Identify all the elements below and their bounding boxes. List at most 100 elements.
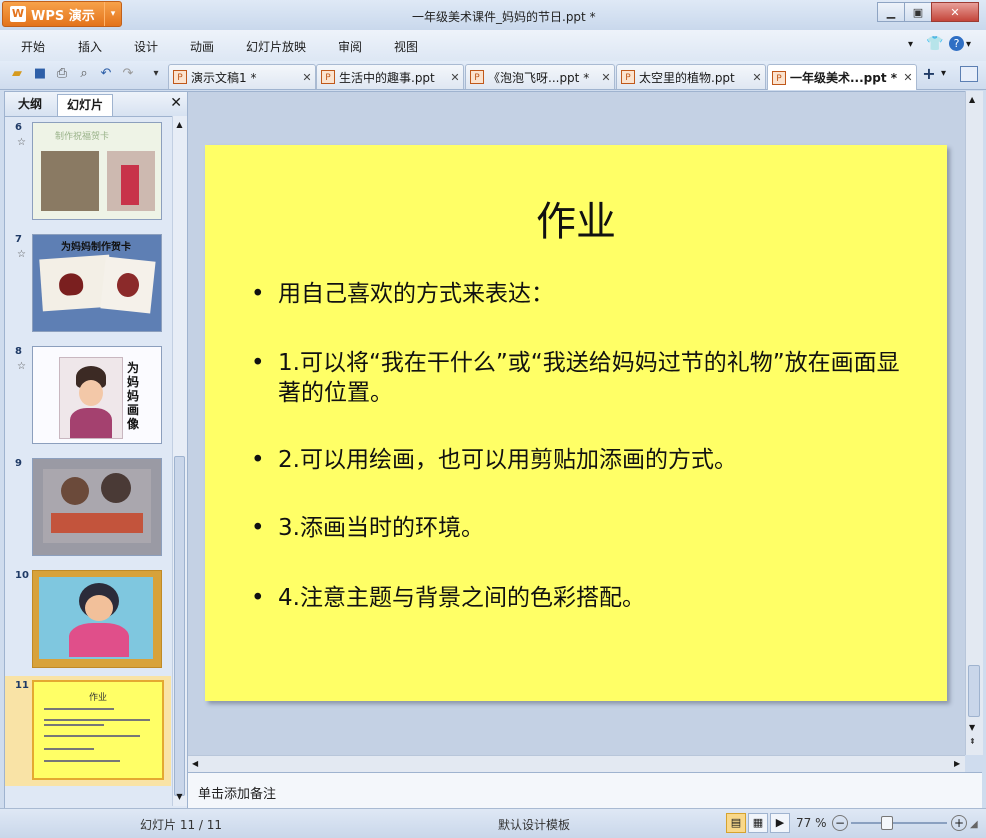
menu-home[interactable]: 开始 (21, 38, 45, 55)
portrait-image (59, 357, 123, 439)
close-icon[interactable]: ✕ (170, 95, 182, 111)
tab-slides[interactable]: 幻灯片 (57, 94, 114, 116)
close-icon[interactable]: ✕ (749, 71, 765, 84)
menu-slideshow[interactable]: 幻灯片放映 (246, 38, 306, 55)
document-tab[interactable]: P 太空里的植物.ppt ✕ (616, 64, 766, 89)
menu-review[interactable]: 审阅 (338, 38, 362, 55)
new-tab-plus-icon[interactable]: + (920, 65, 938, 83)
scroll-left-icon[interactable]: ◀ (192, 759, 198, 768)
animation-star-icon: ☆ (17, 361, 26, 372)
bullet-dot: • (251, 515, 265, 541)
slideshow-view-icon[interactable]: ▶ (770, 813, 790, 833)
undo-icon[interactable]: ↶ (98, 66, 114, 82)
tab-label: 生活中的趣事.ppt (339, 70, 435, 85)
slide-thumbnail-item[interactable]: 9 (5, 454, 171, 564)
scrollbar-thumb[interactable] (968, 665, 980, 717)
close-icon[interactable]: ✕ (900, 71, 916, 84)
horizontal-scrollbar[interactable]: ◀ ▶ (188, 755, 965, 773)
bullet-dot: • (251, 585, 265, 611)
help-icon[interactable]: ? (949, 36, 964, 51)
zoom-out-icon[interactable]: − (832, 815, 848, 831)
maximize-button[interactable]: ▣ (904, 2, 932, 22)
print-icon[interactable]: ⎙ (54, 66, 70, 82)
status-bar: 幻灯片 11 / 11 默认设计模板 ▤ ▦ ▶ 77 % − + ◢ (0, 808, 986, 838)
print-preview-icon[interactable]: ⌕ (76, 66, 92, 82)
slide-thumbnail-item[interactable]: 10 (5, 566, 171, 676)
slide-number: 7 (15, 234, 22, 245)
scroll-right-icon[interactable]: ▶ (954, 759, 960, 768)
previous-slide-icon[interactable]: ⇞ (969, 737, 976, 746)
tab-label: 太空里的植物.ppt (639, 70, 735, 85)
resize-grip-icon[interactable]: ◢ (970, 819, 978, 830)
bullet-item: • 4.注意主题与背景之间的色彩搭配。 (251, 585, 645, 611)
close-window-button[interactable]: ✕ (931, 2, 979, 22)
scroll-down-icon[interactable]: ▼ (174, 792, 185, 802)
close-icon[interactable]: ✕ (299, 71, 315, 84)
close-icon[interactable]: ✕ (447, 71, 463, 84)
pane-tabs: 大纲 幻灯片 ✕ (5, 92, 187, 117)
document-tab[interactable]: P 《泡泡飞呀...ppt * ✕ (465, 64, 615, 89)
design-template-name[interactable]: 默认设计模板 (498, 816, 570, 833)
zoom-slider-handle[interactable] (881, 816, 893, 830)
tab-label: 演示文稿1 * (191, 70, 257, 85)
zoom-level: 77 % (796, 816, 827, 830)
bullet-dot: • (251, 281, 265, 307)
document-tab-active[interactable]: P 一年级美术...ppt * ✕ (767, 64, 917, 90)
slide-thumbnail-item-selected[interactable]: 11 作业 (5, 676, 171, 786)
drawing-image (43, 469, 151, 543)
customize-toolbar-icon[interactable]: ▾ (148, 66, 164, 82)
slide-thumbnail: 为妈妈画像 (32, 346, 162, 444)
slide-title[interactable]: 作业 (205, 189, 947, 247)
minimize-button[interactable]: ▁ (877, 2, 905, 22)
thumbnail-caption: 为妈妈制作贺卡 (61, 242, 131, 253)
presentation-file-icon: P (173, 70, 187, 84)
zoom-in-icon[interactable]: + (951, 815, 967, 831)
open-folder-icon[interactable]: ▰ (9, 66, 25, 82)
vertical-scrollbar[interactable]: ▲ ▼ ⇞ (965, 91, 983, 755)
slide-sorter-view-icon[interactable]: ▦ (748, 813, 768, 833)
menu-animation[interactable]: 动画 (190, 38, 214, 55)
shirt-skin-icon[interactable]: 👕 (926, 36, 943, 52)
slide-thumbnail-item[interactable]: 7 ☆ 为妈妈制作贺卡 (5, 230, 171, 340)
zoom-slider-track[interactable] (851, 822, 947, 824)
menu-view[interactable]: 视图 (394, 38, 418, 55)
scroll-down-icon[interactable]: ▼ (969, 723, 975, 732)
wps-app-menu-button[interactable]: W WPS 演示 ▾ (2, 1, 122, 27)
document-tab[interactable]: P 演示文稿1 * ✕ (168, 64, 316, 89)
menu-design[interactable]: 设计 (134, 38, 158, 55)
save-icon[interactable]: ■ (32, 66, 48, 82)
scroll-up-icon[interactable]: ▲ (174, 120, 185, 130)
current-slide[interactable]: 作业 • 用自己喜欢的方式来表达： • 1.可以将“我在干什么”或“我送给妈妈过节的… (205, 145, 947, 701)
menu-insert[interactable]: 插入 (78, 38, 102, 55)
slide-thumbnail-item[interactable]: 8 ☆ 为妈妈画像 (5, 342, 171, 452)
photo-image (41, 151, 99, 211)
drawing-image (39, 577, 153, 659)
slide-thumbnail: 为妈妈制作贺卡 (32, 234, 162, 332)
presentation-file-icon: P (470, 70, 484, 84)
slides-pane: 大纲 幻灯片 ✕ 6 ☆ 制作祝福贺卡 7 ☆ 为妈妈制作贺卡 8 ☆ 为妈妈画… (4, 91, 188, 809)
bullet-item: • 2.可以用绘画，也可以用剪贴加添画的方式。 (251, 447, 737, 473)
chevron-down-icon[interactable]: ▾ (941, 68, 946, 79)
wps-logo-icon: W (10, 6, 26, 22)
slide-number: 8 (15, 346, 22, 357)
document-tab[interactable]: P 生活中的趣事.ppt ✕ (316, 64, 464, 89)
notes-pane[interactable]: 单击添加备注 (188, 772, 982, 808)
scrollbar-thumb[interactable] (174, 456, 185, 796)
close-icon[interactable]: ✕ (598, 71, 614, 84)
scroll-up-icon[interactable]: ▲ (969, 95, 975, 104)
menu-bar: 开始 插入 设计 动画 幻灯片放映 审阅 视图 ▾ 👕 ? ▾ (0, 30, 986, 62)
window-layout-icon[interactable] (960, 66, 978, 82)
notes-placeholder[interactable]: 单击添加备注 (198, 783, 276, 802)
chevron-down-icon[interactable]: ▾ (966, 39, 971, 50)
tab-outline[interactable]: 大纲 (9, 94, 51, 115)
normal-view-icon[interactable]: ▤ (726, 813, 746, 833)
slide-thumbnail-item[interactable]: 6 ☆ 制作祝福贺卡 (5, 118, 171, 228)
thumbnail-caption: 为妈妈画像 (127, 361, 140, 431)
redo-icon[interactable]: ↷ (120, 66, 136, 82)
slide-number: 11 (15, 680, 29, 691)
chevron-down-icon[interactable]: ▾ (908, 39, 913, 50)
bullet-item: • 1.可以将“我在干什么”或“我送给妈妈过节的礼物”放在画面显著的位置。 (251, 350, 900, 406)
pane-scrollbar[interactable]: ▲ ▼ (172, 116, 187, 806)
chevron-down-icon[interactable]: ▾ (104, 2, 121, 26)
presentation-file-icon: P (772, 70, 786, 85)
